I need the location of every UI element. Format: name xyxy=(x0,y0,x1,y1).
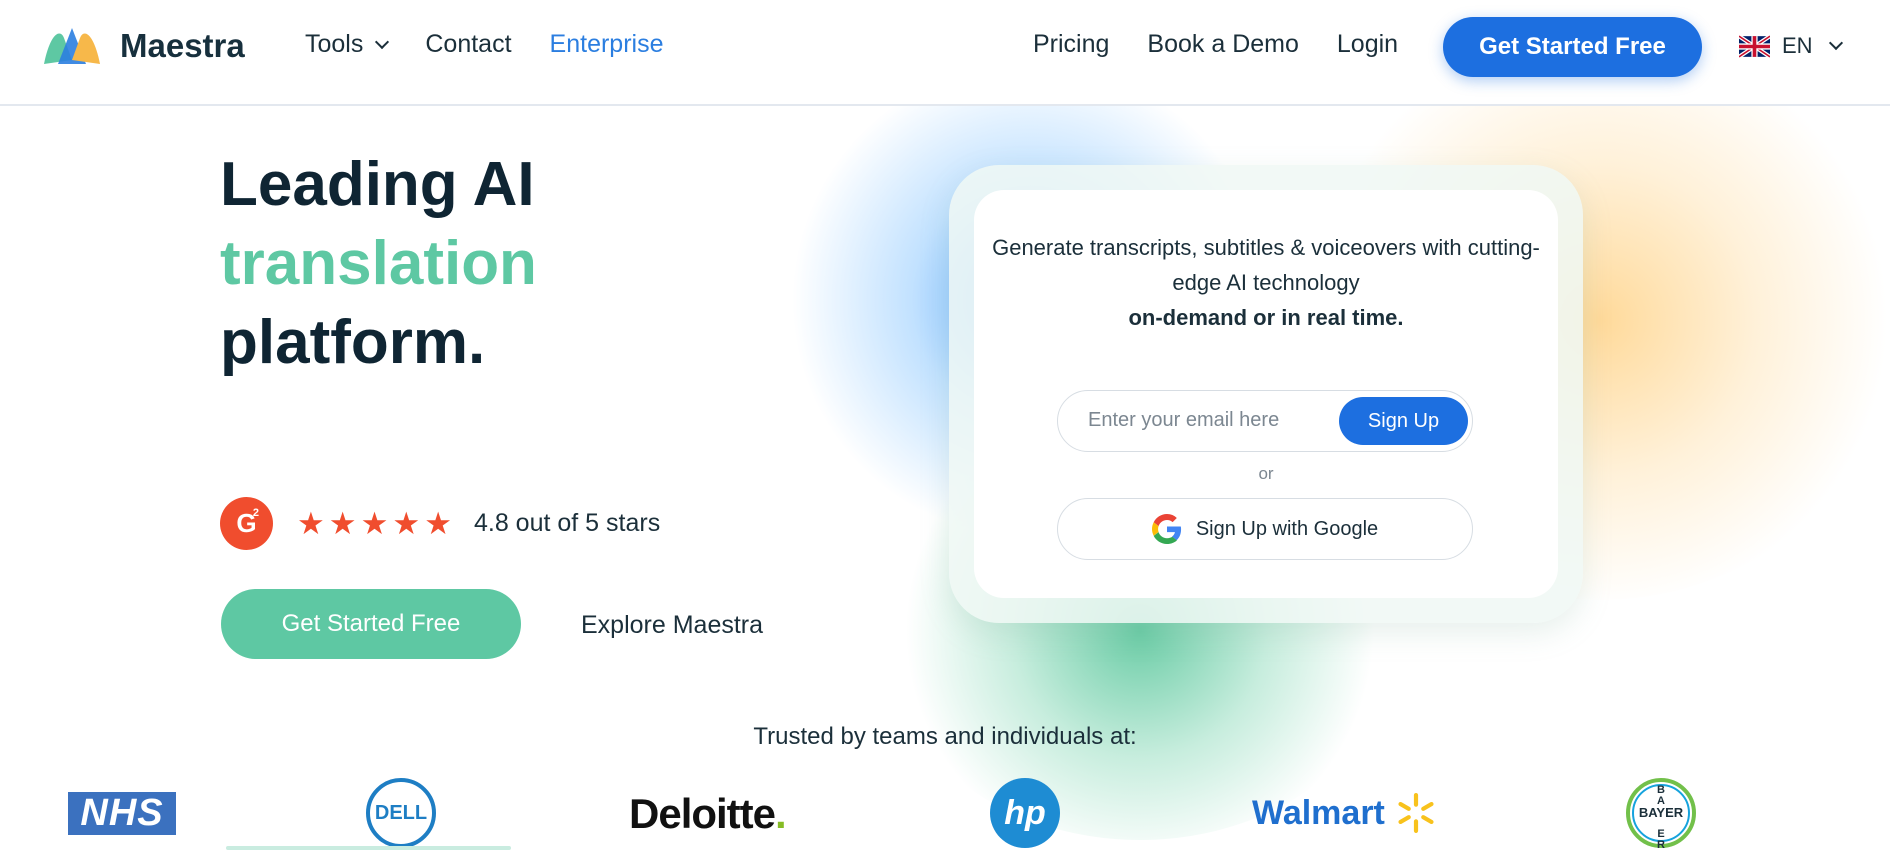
language-selector[interactable]: EN xyxy=(1739,33,1843,59)
star-icon: ★ xyxy=(424,506,452,541)
deloitte-logo: Deloitte. xyxy=(629,790,787,837)
chevron-down-icon xyxy=(375,34,390,49)
google-signup-label: Sign Up with Google xyxy=(1195,517,1379,540)
uk-flag-icon xyxy=(1739,34,1770,58)
nav-item-login[interactable]: Login xyxy=(1337,30,1398,59)
primary-nav: Tools Contact Enterprise xyxy=(305,30,664,59)
nav-item-pricing[interactable]: Pricing xyxy=(1033,30,1109,59)
nav-item-contact[interactable]: Contact xyxy=(425,30,511,59)
signup-description: Generate transcripts, subtitles & voiceo… xyxy=(974,230,1558,335)
deloitte-logo-text: Deloitte xyxy=(629,790,776,837)
top-navbar: Maestra Tools Contact Enterprise Pricing… xyxy=(0,0,1890,106)
language-code: EN xyxy=(1782,33,1813,58)
star-icon: ★ xyxy=(328,506,357,541)
dell-logo: DELL xyxy=(366,778,436,848)
nav-item-label: Book a Demo xyxy=(1147,30,1299,58)
signup-description-bold: on-demand or in real time. xyxy=(1128,305,1404,330)
customer-logos: NHS DELL Deloitte. hp Walmart BAYER BAER xyxy=(0,770,1890,850)
nav-item-tools[interactable]: Tools xyxy=(305,30,390,59)
or-divider: or xyxy=(1258,464,1274,483)
brand-logo[interactable]: Maestra xyxy=(42,24,245,68)
maestra-logo-icon xyxy=(44,28,100,64)
star-rating: ★ ★ ★ ★ ★ xyxy=(297,508,452,539)
sign-up-button[interactable]: Sign Up xyxy=(1339,397,1468,445)
walmart-logo: Walmart xyxy=(1252,792,1437,834)
hero-title-line1: Leading AI xyxy=(220,150,535,219)
nav-item-label: Pricing xyxy=(1033,30,1110,58)
walmart-spark-icon xyxy=(1398,793,1434,833)
explore-maestra-link[interactable]: Explore Maestra xyxy=(581,611,763,640)
hero-title-accent: translation xyxy=(220,229,537,298)
hero-title: Leading AI translation platform. xyxy=(220,145,537,382)
hero-title-line3: platform. xyxy=(220,308,486,377)
email-signup-form: Sign Up xyxy=(1057,390,1473,452)
nhs-logo: NHS xyxy=(68,792,176,835)
nav-item-label: Contact xyxy=(425,30,512,58)
rating-block: G2 ★ ★ ★ ★ ★ 4.8 out of 5 stars xyxy=(220,497,660,550)
nav-item-label: Tools xyxy=(305,30,364,58)
star-icon: ★ xyxy=(297,506,325,541)
hp-logo: hp xyxy=(990,778,1060,848)
header-get-started-button[interactable]: Get Started Free xyxy=(1443,17,1702,77)
walmart-logo-text: Walmart xyxy=(1252,793,1385,832)
email-input[interactable] xyxy=(1088,409,1328,432)
bayer-logo-vertical: BAER xyxy=(1657,784,1665,850)
star-icon: ★ xyxy=(360,506,389,541)
signup-description-text: Generate transcripts, subtitles & voiceo… xyxy=(992,235,1540,295)
google-icon xyxy=(1151,514,1181,544)
star-icon: ★ xyxy=(392,506,421,541)
google-signup-button[interactable]: Sign Up with Google xyxy=(1057,498,1473,560)
chevron-down-icon xyxy=(1828,35,1843,51)
decorative-strip xyxy=(226,846,511,850)
nav-item-enterprise[interactable]: Enterprise xyxy=(550,30,664,59)
g2-icon: G2 xyxy=(220,497,273,550)
hero-get-started-button[interactable]: Get Started Free xyxy=(221,589,521,659)
signup-card: Generate transcripts, subtitles & voiceo… xyxy=(974,190,1558,598)
secondary-nav: Pricing Book a Demo Login xyxy=(1033,30,1398,59)
rating-text: 4.8 out of 5 stars xyxy=(473,509,661,537)
nav-item-book-demo[interactable]: Book a Demo xyxy=(1147,30,1298,59)
brand-name: Maestra xyxy=(120,27,245,64)
trusted-by-text: Trusted by teams and individuals at: xyxy=(753,723,1137,750)
nav-item-label: Enterprise xyxy=(549,30,664,58)
nav-item-label: Login xyxy=(1336,30,1399,58)
bayer-logo: BAYER BAER xyxy=(1626,778,1696,850)
